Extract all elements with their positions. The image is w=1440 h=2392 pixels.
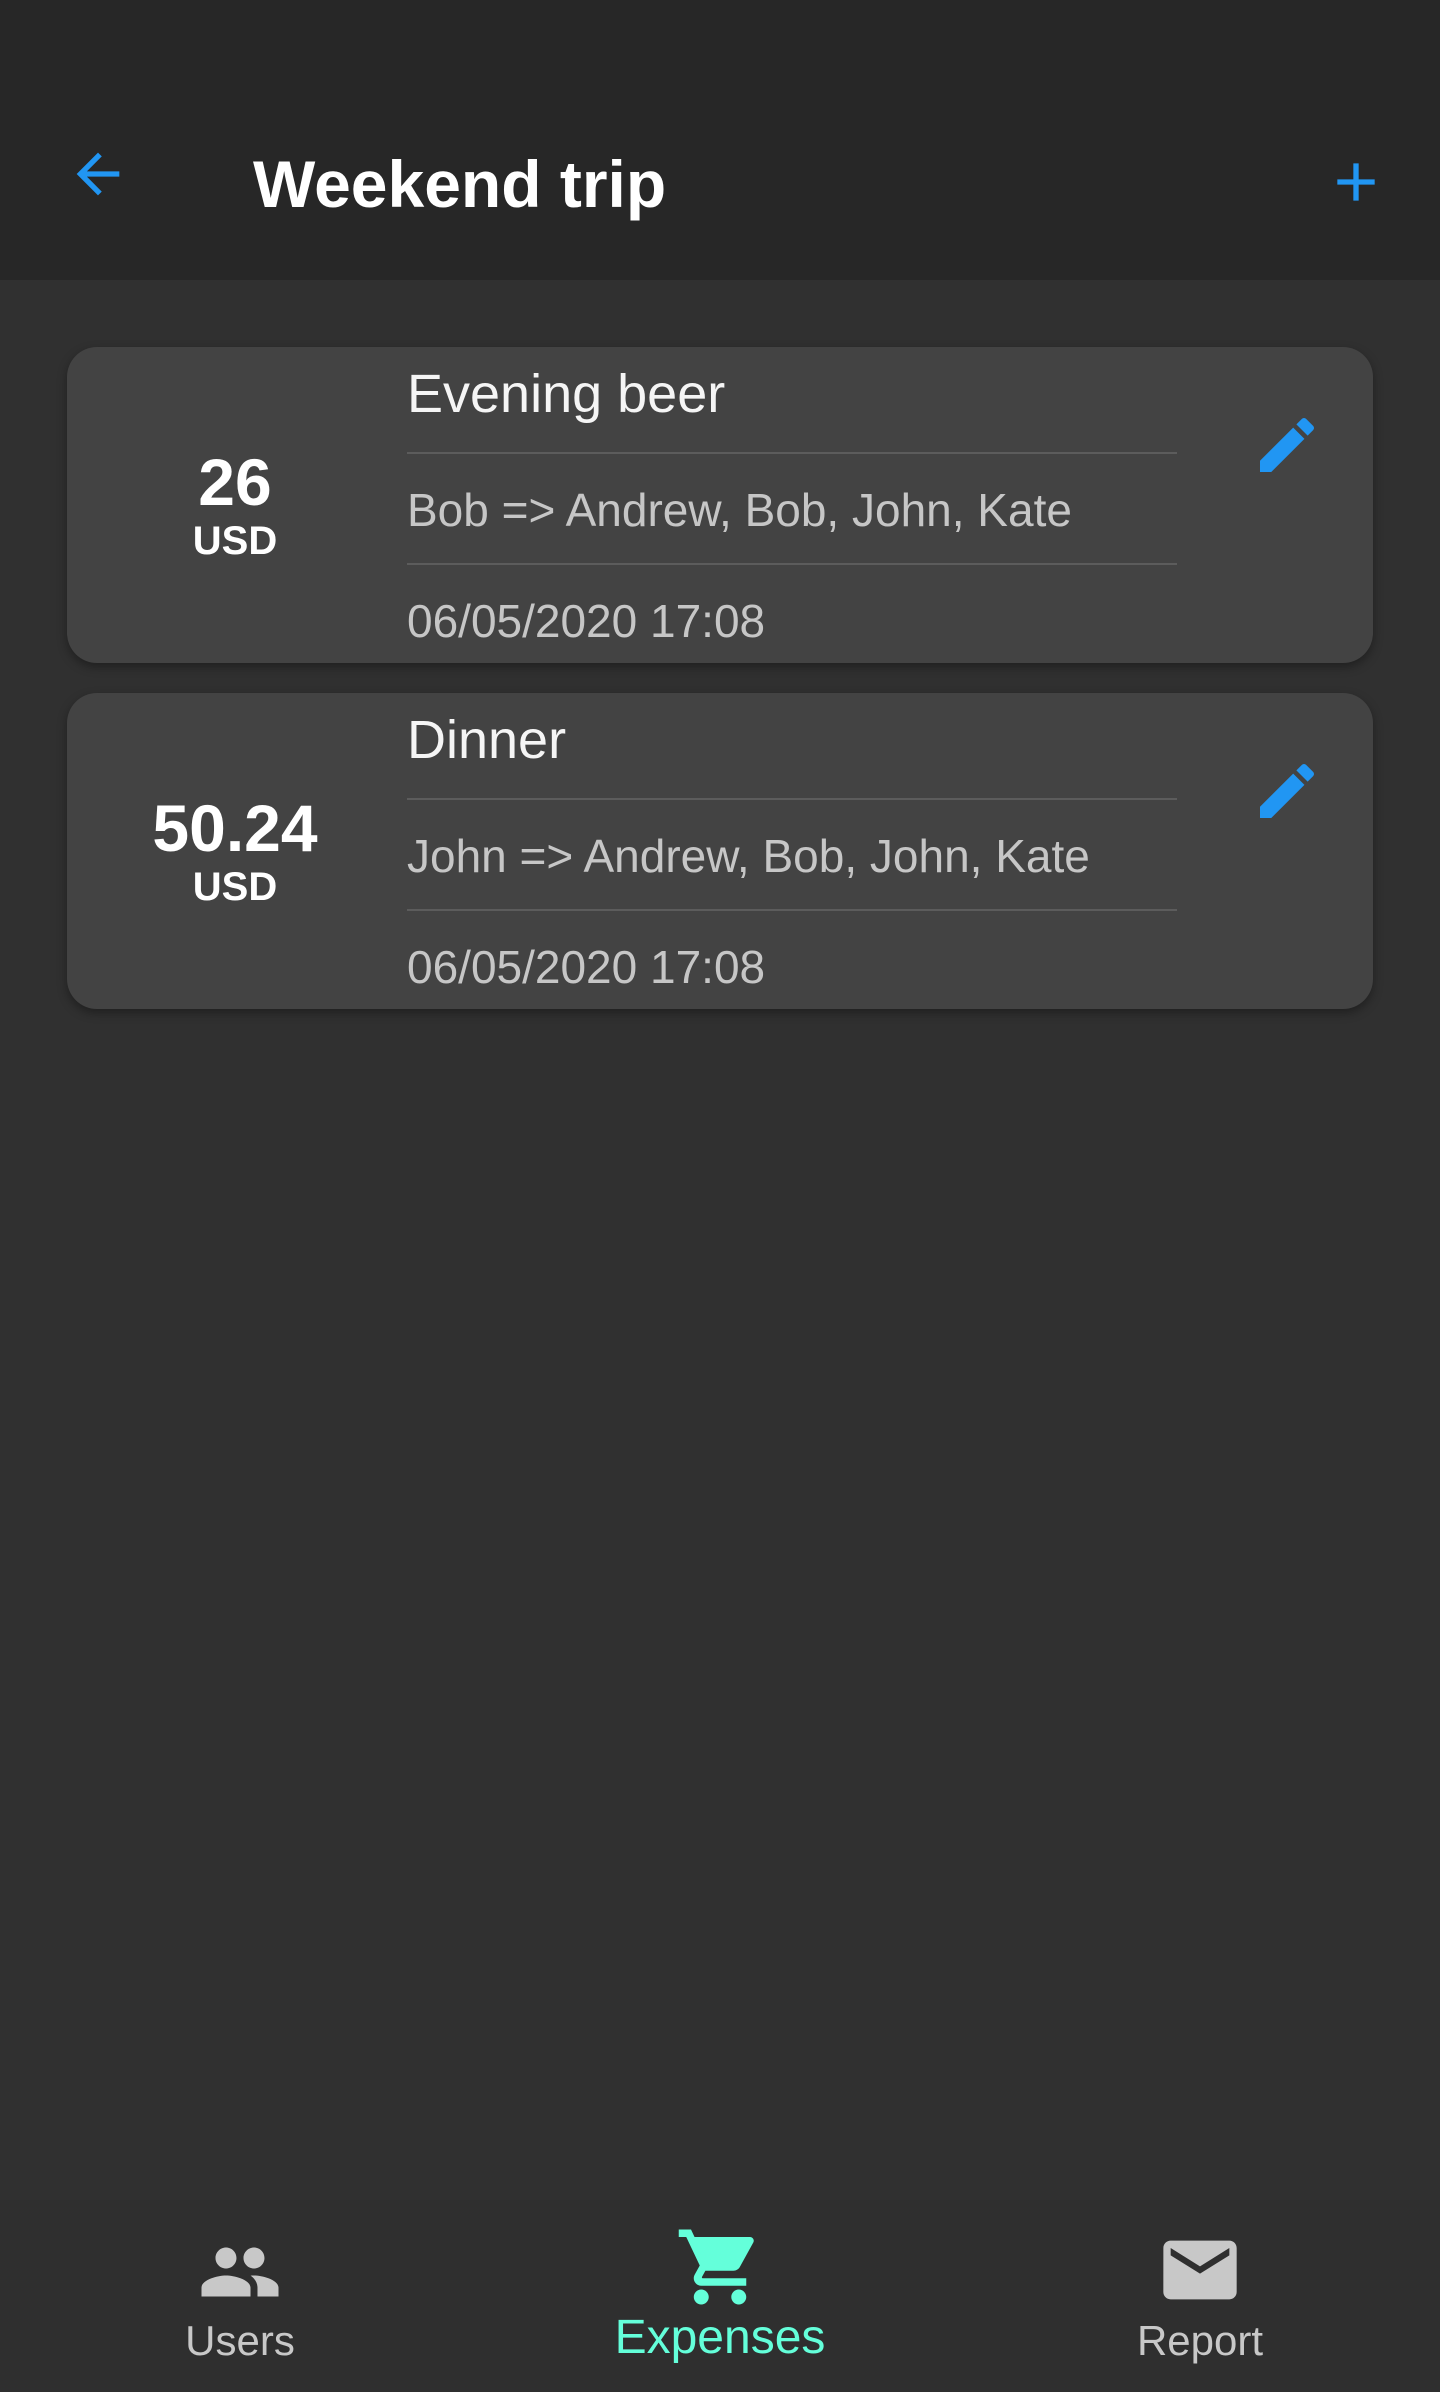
amount-value: 50.24: [152, 791, 318, 865]
expense-card[interactable]: 50.24 USD Dinner John => Andrew, Bob, Jo…: [67, 693, 1373, 1009]
expense-list: 26 USD Evening beer Bob => Andrew, Bob, …: [67, 347, 1373, 1039]
shopping-cart-icon: [678, 2229, 754, 2305]
expense-details: Evening beer Bob => Andrew, Bob, John, K…: [407, 347, 1177, 661]
amount-currency: USD: [192, 519, 278, 563]
edit-expense-button[interactable]: [1237, 395, 1337, 495]
expense-amount: 50.24 USD: [67, 693, 403, 1009]
nav-tab-expenses[interactable]: Expenses: [570, 2200, 870, 2392]
people-icon: [201, 2247, 279, 2297]
expense-name: Dinner: [407, 693, 1177, 800]
nav-label: Users: [185, 2317, 295, 2364]
mail-icon: [1163, 2240, 1237, 2300]
edit-expense-button[interactable]: [1237, 741, 1337, 841]
nav-tab-users[interactable]: Users: [90, 2200, 390, 2392]
expense-split: Bob => Andrew, Bob, John, Kate: [407, 454, 1177, 565]
expense-card[interactable]: 26 USD Evening beer Bob => Andrew, Bob, …: [67, 347, 1373, 663]
back-button[interactable]: [54, 130, 142, 218]
amount-currency: USD: [192, 865, 278, 909]
expense-amount: 26 USD: [67, 347, 403, 663]
arrow-left-icon: [76, 152, 120, 196]
plus-icon: [1337, 163, 1375, 201]
nav-label: Expenses: [614, 2311, 826, 2364]
expense-name: Evening beer: [407, 347, 1177, 454]
nav-label: Report: [1136, 2317, 1264, 2364]
expense-split: John => Andrew, Bob, John, Kate: [407, 800, 1177, 911]
add-expense-button[interactable]: [1312, 138, 1400, 226]
pencil-icon: [1260, 763, 1315, 818]
nav-tab-report[interactable]: Report: [1050, 2200, 1350, 2392]
pencil-icon: [1260, 417, 1315, 472]
app-bar: Weekend trip: [0, 0, 1440, 280]
expense-date: 06/05/2020 17:08: [407, 595, 766, 647]
amount-value: 26: [198, 445, 272, 519]
expense-date: 06/05/2020 17:08: [407, 941, 766, 993]
page-title: Weekend trip: [253, 147, 667, 221]
expense-details: Dinner John => Andrew, Bob, John, Kate 0…: [407, 693, 1177, 1007]
bottom-navigation: Users Expenses Report: [0, 2200, 1440, 2392]
